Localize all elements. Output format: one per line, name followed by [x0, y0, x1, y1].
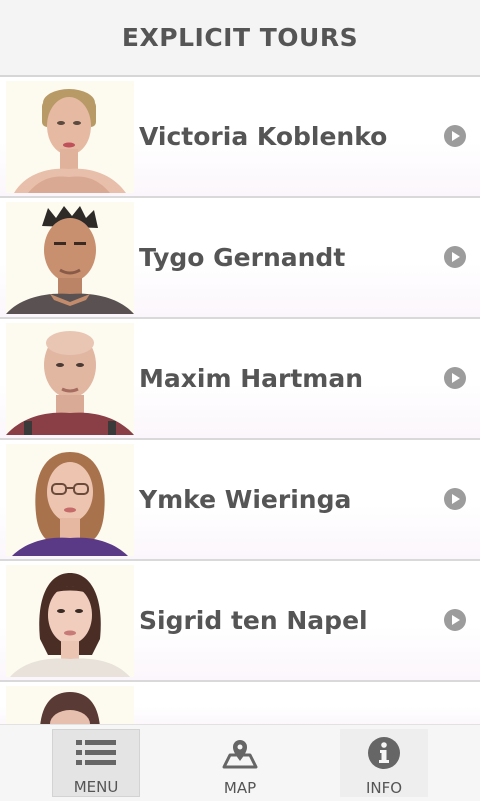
- app-header: EXPLICIT TOURS: [0, 0, 480, 77]
- portrait-photo: [6, 565, 134, 677]
- tab-info[interactable]: INFO: [340, 729, 428, 797]
- info-icon: [367, 737, 401, 769]
- person-name: Victoria Koblenko: [139, 122, 388, 151]
- portrait-photo: [6, 202, 134, 314]
- portrait-photo: [6, 444, 134, 556]
- play-icon[interactable]: [444, 367, 466, 389]
- play-icon[interactable]: [444, 488, 466, 510]
- list-item[interactable]: Sigrid ten Napel: [0, 561, 480, 682]
- play-icon[interactable]: [444, 609, 466, 631]
- person-name: Ymke Wieringa: [139, 485, 352, 514]
- map-pin-icon: [222, 737, 258, 769]
- person-name: Sigrid ten Napel: [139, 606, 368, 635]
- list-item[interactable]: Victoria Koblenko: [0, 77, 480, 198]
- list-item[interactable]: [0, 682, 480, 727]
- portrait-photo: [6, 323, 134, 435]
- play-icon[interactable]: [444, 246, 466, 268]
- tab-menu[interactable]: MENU: [52, 729, 140, 797]
- portrait-photo: [6, 686, 134, 727]
- list-item[interactable]: Maxim Hartman: [0, 319, 480, 440]
- list-item[interactable]: Tygo Gernandt: [0, 198, 480, 319]
- play-icon[interactable]: [444, 125, 466, 147]
- page-title: EXPLICIT TOURS: [121, 23, 359, 52]
- person-name: Tygo Gernandt: [139, 243, 346, 272]
- list-item[interactable]: Ymke Wieringa: [0, 440, 480, 561]
- portrait-photo: [6, 81, 134, 193]
- tab-map-label: MAP: [223, 779, 257, 797]
- tab-map[interactable]: MAP: [196, 729, 284, 797]
- tour-list: Victoria Koblenko Tygo Gernandt Maxim Ha…: [0, 77, 480, 727]
- person-name: Maxim Hartman: [139, 364, 363, 393]
- tab-menu-label: MENU: [73, 778, 119, 796]
- tab-info-label: INFO: [365, 779, 403, 797]
- bottom-tab-bar: MENU MAP INFO: [0, 724, 480, 801]
- list-icon: [76, 738, 116, 768]
